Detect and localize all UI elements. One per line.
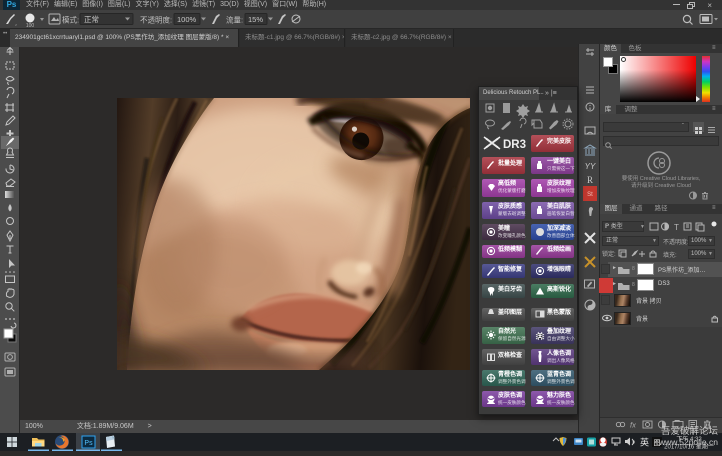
svg-text:模式:: 模式: bbox=[62, 15, 79, 25]
svg-text:St: St bbox=[587, 192, 593, 198]
svg-text:fx: fx bbox=[630, 421, 636, 430]
svg-text:Ps: Ps bbox=[84, 440, 93, 447]
svg-text:不透明度:: 不透明度: bbox=[140, 15, 172, 25]
svg-text:英: 英 bbox=[640, 437, 649, 448]
svg-text:100%: 100% bbox=[177, 15, 197, 24]
svg-text:正常: 正常 bbox=[84, 15, 99, 24]
svg-text:15%: 15% bbox=[248, 15, 263, 24]
svg-text:YY: YY bbox=[585, 162, 596, 171]
svg-text:流量:: 流量: bbox=[226, 15, 243, 25]
svg-text:T: T bbox=[674, 223, 679, 232]
svg-text:DR3: DR3 bbox=[503, 139, 526, 151]
svg-text:R: R bbox=[587, 175, 593, 185]
